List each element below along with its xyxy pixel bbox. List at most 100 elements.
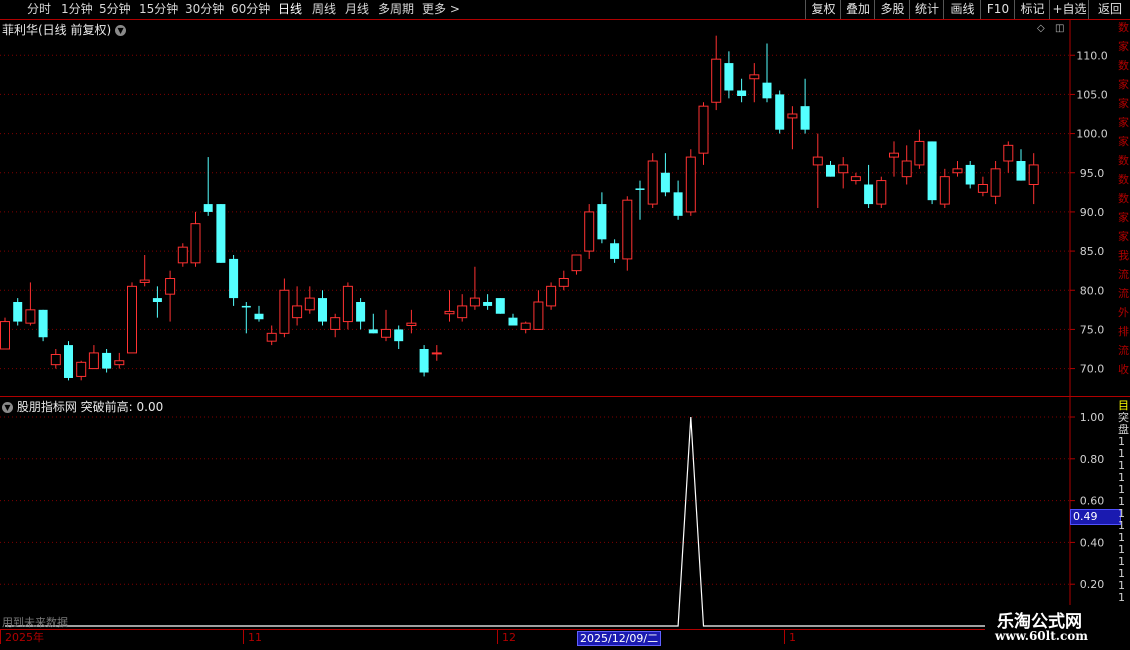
right-strip-lower-glyph: 1 bbox=[1118, 496, 1125, 508]
candle bbox=[673, 180, 683, 220]
candle bbox=[13, 298, 23, 326]
candle bbox=[597, 192, 607, 244]
period-tab-0[interactable]: 分时 bbox=[27, 1, 51, 17]
right-strip-lower-glyph: 1 bbox=[1118, 460, 1125, 472]
candle bbox=[38, 309, 48, 342]
candle bbox=[342, 282, 353, 330]
x-tick-mark bbox=[497, 630, 498, 644]
candle bbox=[610, 239, 620, 263]
candle bbox=[800, 78, 810, 134]
indicator-series-line bbox=[5, 416, 1021, 627]
right-strip-lower-glyph: 1 bbox=[1118, 436, 1125, 448]
right-strip-glyph: 家 bbox=[1118, 117, 1129, 129]
right-strip-glyph: 家 bbox=[1118, 231, 1129, 243]
candle bbox=[724, 51, 734, 99]
candle bbox=[190, 211, 201, 267]
right-strip-lower-glyph: 1 bbox=[1118, 544, 1125, 556]
indicator-y-tick-label: 0.60 bbox=[1080, 495, 1105, 508]
y-tick-label: 110.0 bbox=[1076, 49, 1108, 62]
y-tick-label: 100.0 bbox=[1076, 128, 1108, 141]
right-strip-glyph: 家 bbox=[1118, 136, 1129, 148]
right-strip-glyph: 家 bbox=[1118, 41, 1129, 53]
candle bbox=[381, 309, 391, 342]
right-strip-lower-glyph: 1 bbox=[1118, 508, 1125, 520]
period-tab-7[interactable]: 周线 bbox=[312, 1, 336, 17]
toolbar-button-4[interactable]: 画线 bbox=[943, 0, 981, 19]
y-cursor-value: 0.49 bbox=[1070, 509, 1121, 525]
right-strip-lower-glyph: 1 bbox=[1118, 472, 1125, 484]
right-strip-glyph: 家 bbox=[1118, 98, 1129, 110]
candle bbox=[876, 176, 887, 208]
candle bbox=[635, 180, 645, 220]
candle bbox=[431, 345, 442, 361]
toolbar-button-3[interactable]: 统计 bbox=[909, 0, 944, 19]
candle bbox=[292, 286, 303, 326]
cursor-date-label: 2025/12/09/二 bbox=[577, 631, 662, 646]
period-tab-1[interactable]: 1分钟 bbox=[61, 1, 93, 17]
candle bbox=[241, 302, 251, 334]
period-tab-9[interactable]: 多周期 bbox=[378, 1, 414, 17]
candle bbox=[838, 157, 849, 189]
candle bbox=[0, 317, 10, 350]
candle bbox=[330, 313, 341, 338]
candle bbox=[584, 204, 595, 259]
y-tick-label: 90.0 bbox=[1080, 206, 1105, 219]
right-strip-lower-glyph: 突 bbox=[1118, 412, 1129, 424]
toolbar-button-6[interactable]: 标记 bbox=[1014, 0, 1050, 19]
toolbar-button-7[interactable]: +自选 bbox=[1049, 0, 1089, 19]
right-strip-lower-glyph: 1 bbox=[1118, 520, 1125, 532]
candle bbox=[850, 172, 861, 185]
candle bbox=[394, 325, 404, 349]
toolbar-button-2[interactable]: 多股 bbox=[874, 0, 910, 19]
indicator-y-tick-label: 0.40 bbox=[1080, 536, 1105, 549]
candle bbox=[483, 294, 493, 310]
right-strip-glyph: 收 bbox=[1118, 364, 1129, 376]
right-info-strip[interactable]: 数家数家家家家数数数家家我流流外排流收 bbox=[1118, 20, 1130, 396]
candle bbox=[1028, 153, 1039, 205]
period-tab-4[interactable]: 30分钟 bbox=[185, 1, 224, 17]
right-strip-glyph: 外 bbox=[1118, 307, 1129, 319]
candlestick-chart[interactable]: 110.0 105.0 100.0 95.0 90.0 85.0 80.0 75.0 70.0 bbox=[0, 20, 1118, 396]
x-axis-label: 1 bbox=[789, 631, 796, 644]
y-tick-label: 95.0 bbox=[1080, 167, 1105, 180]
indicator-chart[interactable]: 1.00 0.80 0.60 0.40 0.20 bbox=[0, 397, 1118, 629]
right-strip-lower-glyph: 1 bbox=[1118, 568, 1125, 580]
candle bbox=[571, 254, 582, 275]
y-tick-label: 105.0 bbox=[1076, 88, 1108, 101]
candle bbox=[711, 35, 722, 111]
candle bbox=[952, 161, 963, 177]
period-tab-2[interactable]: 5分钟 bbox=[99, 1, 131, 17]
toolbar-button-8[interactable]: 返回 bbox=[1088, 0, 1130, 19]
period-tab-6[interactable]: 日线 bbox=[278, 1, 302, 17]
candle bbox=[50, 349, 61, 369]
watermark: 乐淘公式网 www.60lt.com bbox=[985, 605, 1130, 650]
toolbar-button-0[interactable]: 复权 bbox=[805, 0, 841, 19]
period-tab-10[interactable]: 更多 > bbox=[422, 1, 460, 17]
right-strip-lower-glyph: 1 bbox=[1118, 532, 1125, 544]
candle bbox=[622, 196, 633, 271]
period-tab-5[interactable]: 60分钟 bbox=[231, 1, 270, 17]
candle bbox=[229, 255, 239, 306]
right-strip-lower-glyph: 1 bbox=[1118, 592, 1125, 604]
candle bbox=[749, 63, 760, 103]
right-strip-lower-glyph: 1 bbox=[1118, 448, 1125, 460]
candle bbox=[64, 341, 73, 381]
x-axis-label: 2025年 bbox=[5, 631, 44, 644]
candle bbox=[127, 282, 137, 354]
candle bbox=[508, 313, 518, 326]
candle bbox=[368, 313, 378, 334]
toolbar-button-1[interactable]: 叠加 bbox=[840, 0, 875, 19]
period-tab-8[interactable]: 月线 bbox=[345, 1, 369, 17]
candle bbox=[266, 325, 277, 346]
indicator-y-tick-label: 0.80 bbox=[1080, 453, 1105, 466]
right-strip-glyph: 流 bbox=[1118, 269, 1129, 281]
candle bbox=[546, 282, 557, 310]
candle bbox=[685, 149, 696, 216]
period-tab-3[interactable]: 15分钟 bbox=[139, 1, 178, 17]
toolbar-button-5[interactable]: F10 bbox=[980, 0, 1015, 19]
candle bbox=[901, 145, 912, 185]
right-strip-lower-glyph: 1 bbox=[1118, 580, 1125, 592]
right-strip-glyph: 家 bbox=[1118, 79, 1129, 91]
right-info-strip-lower[interactable]: 目突盘1111111111111111 bbox=[1118, 398, 1130, 628]
right-strip-glyph: 家 bbox=[1118, 212, 1129, 224]
